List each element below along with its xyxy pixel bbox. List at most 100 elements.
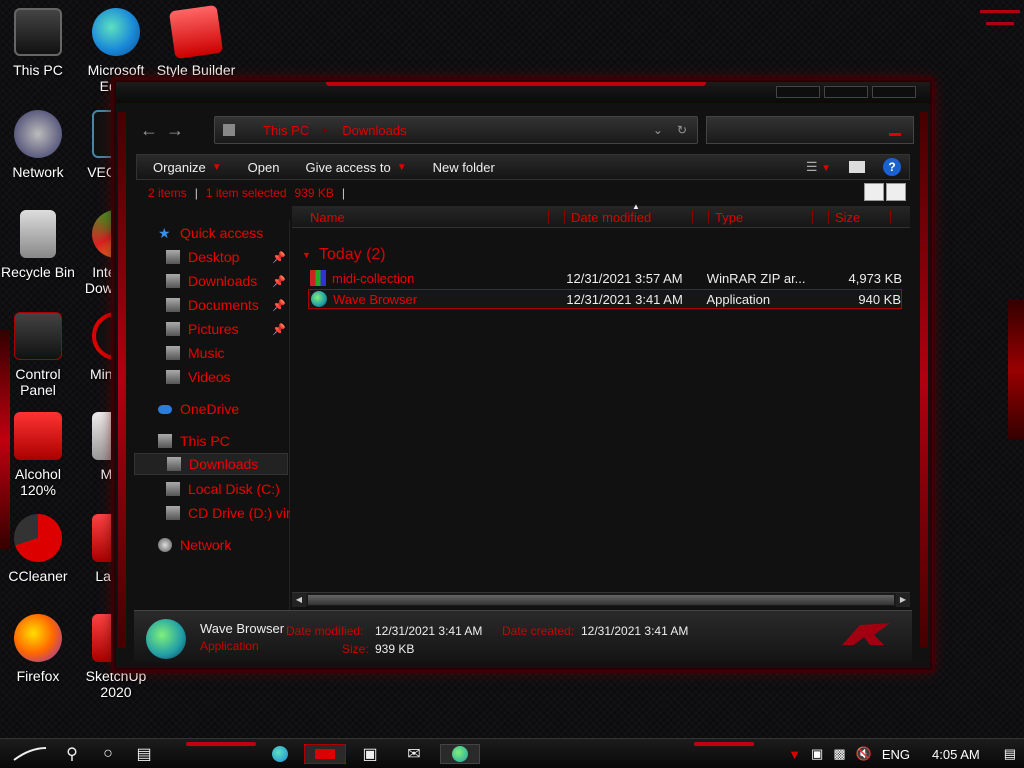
address-tools: ⌄ ↻ xyxy=(653,123,687,137)
search-icon[interactable]: ⚲ xyxy=(60,744,84,764)
nav-quick-access[interactable]: ★ Quick access xyxy=(158,222,310,244)
desktop-icon-firefox[interactable]: Firefox xyxy=(0,614,76,684)
breadcrumb-downloads[interactable]: Downloads xyxy=(342,123,406,138)
nav-item-pictures[interactable]: Pictures 📌 xyxy=(166,318,290,340)
desktop-icon-ccleaner[interactable]: CCleaner xyxy=(0,514,76,584)
open-button[interactable]: Open xyxy=(248,160,280,175)
rog-tray-icon[interactable]: ▼ xyxy=(788,747,801,762)
chevron-down-icon[interactable]: ⌄ xyxy=(653,123,663,137)
nav-item-videos[interactable]: Videos xyxy=(166,366,290,388)
desktop-icon-alcohol[interactable]: Alcohol 120% xyxy=(0,412,76,498)
scroll-left-icon[interactable]: ◀ xyxy=(292,593,306,607)
details-view-icon[interactable] xyxy=(864,183,884,201)
details-modified-label: Date modified: xyxy=(286,624,364,638)
address-bar[interactable]: This PC ▸ Downloads ⌄ ↻ xyxy=(214,116,698,144)
winrar-icon xyxy=(310,270,326,286)
give-access-button[interactable]: Give access to ▼ xyxy=(305,160,406,175)
column-divider[interactable] xyxy=(812,210,813,224)
videos-folder-icon xyxy=(166,370,180,384)
window-titlebar[interactable] xyxy=(116,82,930,104)
file-row[interactable]: midi-collection 12/31/2021 3:57 AM WinRA… xyxy=(308,268,902,288)
forward-arrow-icon[interactable]: → xyxy=(162,119,188,141)
column-divider[interactable] xyxy=(692,210,693,224)
details-size-label: Size: xyxy=(342,642,369,656)
minimize-button[interactable] xyxy=(776,86,820,98)
nav-item-this-pc-downloads[interactable]: Downloads xyxy=(134,453,288,475)
network-status-icon[interactable]: ▩ xyxy=(833,746,845,762)
nav-item-documents[interactable]: Documents 📌 xyxy=(166,294,290,316)
nav-item-this-pc[interactable]: This PC xyxy=(158,430,310,452)
edge-icon xyxy=(92,8,140,56)
close-button[interactable] xyxy=(872,86,916,98)
horizontal-scrollbar[interactable]: ◀ ▶ xyxy=(292,592,910,607)
cd-drive-icon xyxy=(166,506,180,520)
explorer-taskbar-icon[interactable] xyxy=(304,744,346,764)
column-divider[interactable] xyxy=(828,210,829,224)
refresh-icon[interactable]: ↻ xyxy=(677,123,687,137)
group-header-today[interactable]: ▼ Today (2) xyxy=(302,246,386,264)
back-arrow-icon[interactable]: ← xyxy=(136,119,162,141)
nav-item-desktop[interactable]: Desktop 📌 xyxy=(166,246,290,268)
nav-item-cd-drive[interactable]: CD Drive (D:) virtio xyxy=(166,502,290,524)
start-logo-icon[interactable] xyxy=(12,744,48,764)
nav-item-music[interactable]: Music xyxy=(166,342,290,364)
downloads-folder-icon xyxy=(166,274,180,288)
column-header-size[interactable]: Size xyxy=(835,210,860,225)
breadcrumb-this-pc[interactable]: This PC xyxy=(263,123,309,138)
column-header-date[interactable]: Date modified xyxy=(571,210,651,225)
language-indicator[interactable]: ENG xyxy=(882,747,910,762)
clock[interactable]: 4:05 AM xyxy=(932,747,980,762)
column-divider[interactable] xyxy=(564,210,565,224)
organize-button[interactable]: Organize ▼ xyxy=(153,160,222,175)
desktop-accent-bar xyxy=(980,10,1020,13)
new-folder-button[interactable]: New folder xyxy=(433,160,495,175)
wave-browser-icon xyxy=(311,291,327,307)
security-icon[interactable]: ▣ xyxy=(811,746,823,762)
store-icon[interactable]: ▣ xyxy=(358,744,382,764)
column-header-name[interactable]: Name xyxy=(310,210,345,225)
edge-taskbar-icon[interactable] xyxy=(268,744,292,764)
volume-muted-icon[interactable]: 🔇 xyxy=(856,746,872,762)
chevron-down-icon: ▼ xyxy=(211,161,222,173)
column-header-type[interactable]: Type xyxy=(715,210,743,225)
ccleaner-icon xyxy=(14,514,62,562)
navigation-tree: ★ Quick access Desktop 📌 Downloads 📌 Doc… xyxy=(134,220,290,610)
change-view-icon[interactable]: ☰ ▼ xyxy=(806,159,831,175)
downloads-folder-icon xyxy=(167,457,181,471)
view-toggles xyxy=(864,183,906,201)
documents-folder-icon xyxy=(166,298,180,312)
desktop-icon-network[interactable]: Network xyxy=(0,110,76,180)
nav-item-local-disk[interactable]: Local Disk (C:) xyxy=(166,478,290,500)
wave-browser-taskbar-icon[interactable] xyxy=(440,744,480,764)
search-input[interactable] xyxy=(706,116,914,144)
titlebar-accent xyxy=(326,82,706,86)
nav-item-onedrive[interactable]: OneDrive xyxy=(158,398,310,420)
control-panel-icon xyxy=(14,312,62,360)
column-divider[interactable] xyxy=(708,210,709,224)
preview-pane-icon[interactable] xyxy=(849,161,865,173)
task-view-icon[interactable]: ▤ xyxy=(132,744,156,764)
scrollbar-thumb[interactable] xyxy=(308,595,894,605)
maximize-button[interactable] xyxy=(824,86,868,98)
column-divider[interactable] xyxy=(548,210,549,224)
nav-item-network[interactable]: Network xyxy=(158,534,310,556)
status-bar: 2 items | 1 item selected 939 KB | xyxy=(148,186,345,200)
column-divider[interactable] xyxy=(890,210,891,224)
drive-icon xyxy=(166,482,180,496)
desktop-icon-recycle-bin[interactable]: Recycle Bin xyxy=(0,210,76,280)
help-icon[interactable]: ? xyxy=(883,158,901,176)
nav-item-downloads[interactable]: Downloads 📌 xyxy=(166,270,290,292)
desktop-icon-control-panel[interactable]: Control Panel xyxy=(0,312,76,398)
cortana-icon[interactable]: ○ xyxy=(96,744,120,764)
window-right-rail xyxy=(920,112,928,648)
system-tray: ▼ ▣ ▩ 🔇 ENG 4:05 AM ▤ xyxy=(788,739,1016,768)
scroll-right-icon[interactable]: ▶ xyxy=(896,593,910,607)
large-icons-view-icon[interactable] xyxy=(886,183,906,201)
firefox-icon xyxy=(14,614,62,662)
column-headers: Name ▲ Date modified Type Size xyxy=(292,202,910,228)
notifications-icon[interactable]: ▤ xyxy=(1004,746,1016,762)
file-row-selected[interactable]: Wave Browser 12/31/2021 3:41 AM Applicat… xyxy=(308,289,902,309)
navigation-bar: ← → This PC ▸ Downloads ⌄ ↻ xyxy=(136,116,914,144)
mail-icon[interactable]: ✉ xyxy=(402,744,426,764)
desktop-icon-this-pc[interactable]: This PC xyxy=(0,8,76,78)
